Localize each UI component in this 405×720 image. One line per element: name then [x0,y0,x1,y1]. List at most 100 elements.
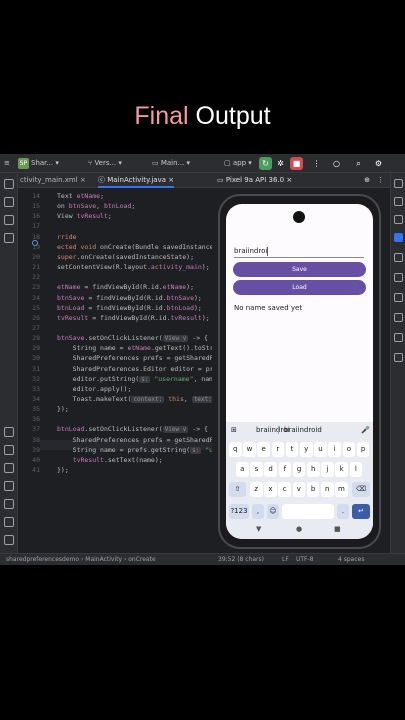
code-token: btnLoad [103,202,132,211]
breadcrumb-project[interactable]: sharedpreferencesdemo [6,556,79,563]
git-icon[interactable] [4,535,14,545]
code-line: btnLoad = findViewById(R.id.btnLoad); [57,304,202,312]
more-icon[interactable]: ⋮ [310,157,323,170]
search-icon[interactable]: ⌕ [352,157,365,170]
symbols-key[interactable]: ?123 [229,504,249,519]
key-p[interactable]: p [356,442,370,457]
run-config-selector[interactable]: ▢ app ▾ [224,157,252,170]
structure-icon[interactable] [4,197,14,207]
apps-grid-icon[interactable]: ⊞ [231,422,237,438]
running-devices-icon[interactable] [394,233,403,242]
key-g[interactable]: g [292,462,306,477]
home-nav-icon[interactable]: ● [296,525,302,533]
tab-activity-main-xml[interactable]: ctivity_main.xml × [20,173,86,188]
shift-key[interactable]: ⇧ [229,482,246,497]
debug-icon[interactable]: ✲ [274,157,287,170]
key-n[interactable]: n [321,482,334,497]
gradle-icon[interactable] [394,197,403,206]
key-w[interactable]: w [243,442,256,457]
gemini-icon[interactable] [394,253,403,262]
system-nav-bar: ▼ ● ■ [226,525,373,539]
key-k[interactable]: k [335,462,348,477]
emulator-more-icon[interactable]: ⋮ [377,173,384,188]
recents-nav-icon[interactable]: ■ [334,525,341,533]
build-icon[interactable] [4,427,14,437]
tools-icon[interactable] [394,313,403,322]
rotate-icon[interactable] [394,293,403,302]
problems-icon[interactable] [4,463,14,473]
key-c[interactable]: c [278,482,291,497]
key-a[interactable]: a [236,462,249,477]
indent-setting[interactable]: 4 spaces [338,554,364,565]
key-l[interactable]: l [349,462,363,477]
screenshot-icon[interactable] [394,333,403,342]
backspace-key[interactable]: ⌫ [352,482,370,497]
stop-button[interactable]: ■ [290,157,303,170]
key-m[interactable]: m [335,482,348,497]
space-key[interactable] [282,504,334,519]
key-v[interactable]: v [292,482,306,497]
rerun-button[interactable]: ↻ [259,157,272,170]
hamburger-menu-icon[interactable]: ≡ [4,157,10,170]
emulator-tab[interactable]: ▭ Pixel 9a API 36.0 × [217,176,292,184]
key-s[interactable]: s [250,462,263,477]
tab-mainactivity-java[interactable]: ⓒ MainActivity.java × [98,173,175,188]
comma-key[interactable]: , [252,504,264,519]
caret-position[interactable]: 39:52 (8 chars) [218,554,264,565]
key-z[interactable]: z [250,482,263,497]
profile-icon[interactable]: ○ [330,157,343,170]
project-selector[interactable]: SP Shar... ▾ [18,157,59,170]
emulator-add-icon[interactable]: ⊕ [364,173,370,188]
load-button[interactable]: Load [233,280,366,295]
key-q[interactable]: q [229,442,242,457]
code-token: this [168,395,184,403]
mic-icon[interactable]: 🎤 [361,422,370,438]
code-token: etName [162,283,187,292]
parameter-hint: text: [191,396,212,403]
folder-icon[interactable] [4,179,14,189]
key-i[interactable]: i [328,442,341,457]
key-u[interactable]: u [314,442,327,457]
terminal-icon[interactable] [4,517,14,527]
more-tools-icon[interactable] [4,233,14,243]
key-h[interactable]: h [307,462,320,477]
services-icon[interactable] [4,499,14,509]
key-y[interactable]: y [300,442,313,457]
key-e[interactable]: e [257,442,270,457]
logcat-icon[interactable] [4,481,14,491]
key-d[interactable]: d [264,462,277,477]
commit-icon[interactable] [4,215,14,225]
key-j[interactable]: j [321,462,334,477]
device-explorer-icon[interactable] [394,273,403,282]
suggestion-2[interactable]: braiindroid [284,422,322,438]
edit-icon[interactable] [394,353,403,362]
settings-gear-icon[interactable]: ⚙ [372,157,385,170]
save-button[interactable]: Save [233,262,366,277]
notifications-icon[interactable] [394,179,403,188]
key-f[interactable]: f [278,462,292,477]
name-input[interactable]: braiindroi [234,244,364,258]
file-encoding[interactable]: UTF-8 [296,554,314,565]
enter-key[interactable]: ↵ [352,504,370,519]
key-r[interactable]: r [271,442,285,457]
code-token: SharedPreferences prefs = getSharedPrefe [57,354,212,363]
emoji-key[interactable]: ☺ [267,504,279,519]
breadcrumb-method[interactable]: onCreate [128,556,155,563]
parameter-hint: View v [162,426,189,434]
breadcrumb-class[interactable]: MainActivity [85,556,122,563]
period-key[interactable]: . [337,504,349,519]
key-o[interactable]: o [342,442,356,457]
key-x[interactable]: x [264,482,277,497]
camera-cutout [293,211,305,223]
line-ending[interactable]: LF [282,554,289,565]
run-icon[interactable] [4,445,14,455]
code-line: Text etName; [57,192,104,200]
back-nav-icon[interactable]: ▼ [256,525,261,533]
file-selector[interactable]: ▭ Main... ▾ [152,157,190,170]
device-manager-icon[interactable] [394,215,403,224]
vcs-selector[interactable]: ⑂ Vers... ▾ [88,157,122,170]
key-b[interactable]: b [306,482,320,497]
key-t[interactable]: t [285,442,299,457]
code-line: on btnSave, btnLoad; [57,202,135,210]
code-editor[interactable]: 14 Text etName; 15 on btnSave, btnLoad; 16 Vi… [18,188,212,553]
